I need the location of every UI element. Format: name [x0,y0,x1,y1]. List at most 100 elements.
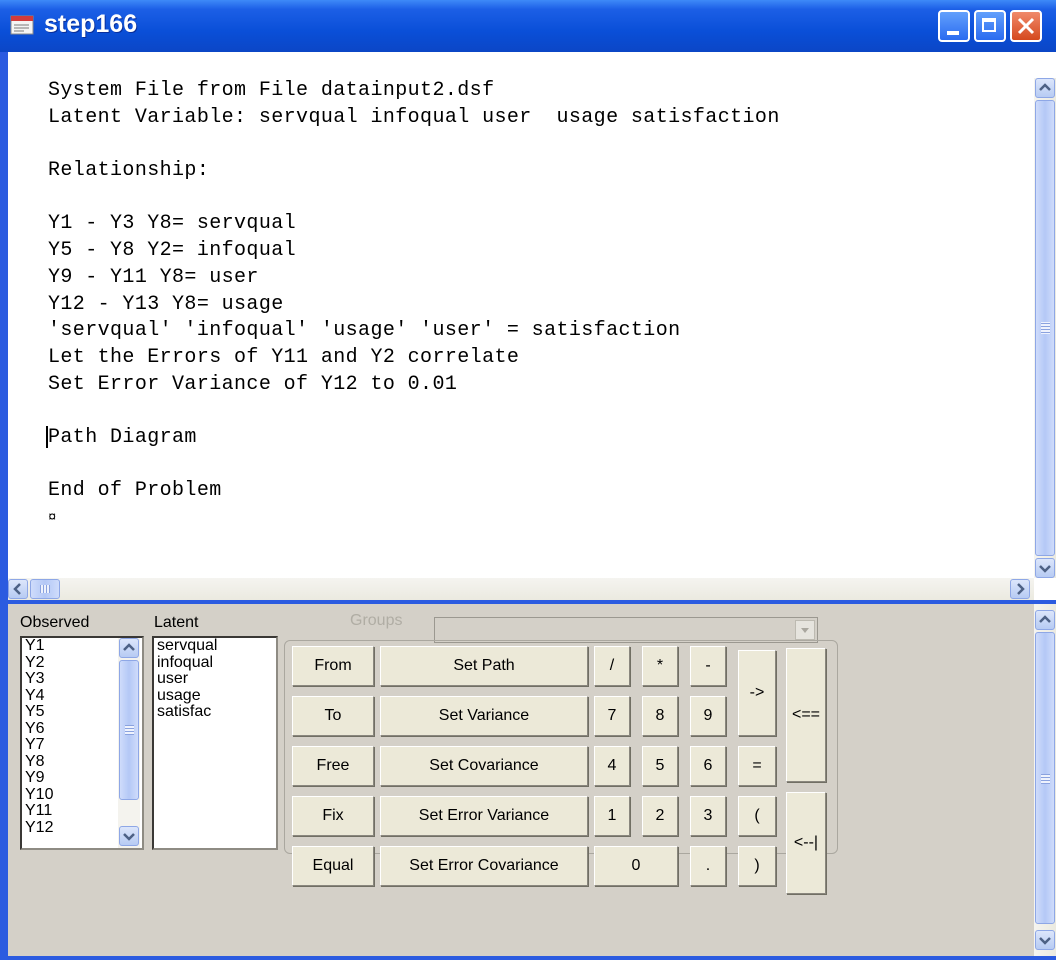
scroll-thumb[interactable] [30,579,60,599]
from-button[interactable]: From [292,646,374,686]
scroll-thumb[interactable] [1035,100,1055,556]
list-item[interactable]: satisfac [154,703,276,721]
observed-variable-list[interactable]: Y1 Y2 Y3 Y4 Y5 Y6 Y7 Y8 Y9 Y10 Y11 Y12 [20,636,144,850]
scroll-up-button[interactable] [1035,78,1055,98]
code-line: Latent Variable: servqual infoqual user … [48,105,780,129]
backspace-button[interactable]: <== [786,648,826,782]
lisrel-syntax-window: step166 System File from File datainput2… [0,0,1056,960]
code-line: Y5 - Y8 Y2= infoqual [48,239,297,263]
code-line: Let the Errors of Y11 and Y2 correlate [48,345,520,369]
close-button[interactable] [1010,10,1042,42]
code-line: Y9 - Y11 Y8= user [48,265,259,289]
set-covariance-button[interactable]: Set Covariance [380,746,588,786]
code-line: Path Diagram [48,425,197,449]
key-2[interactable]: 2 [642,796,678,836]
code-line: Set Error Variance of Y12 to 0.01 [48,372,458,396]
groups-dropdown-button[interactable] [795,620,815,640]
set-error-covariance-button[interactable]: Set Error Covariance [380,846,588,886]
syntax-file-icon [10,15,34,35]
window-title: step166 [44,10,138,38]
maximize-icon [982,18,996,32]
latent-variable-list[interactable]: servqual infoqual user usage satisfac [152,636,278,850]
editor-horizontal-scrollbar[interactable] [8,578,1034,600]
syntax-text[interactable]: System File from File datainput2.dsf Lat… [46,78,780,532]
scroll-down-button[interactable] [119,826,139,846]
minimize-icon [947,31,959,35]
scroll-up-button[interactable] [119,638,139,658]
editor-vertical-scrollbar[interactable] [1034,78,1056,578]
key-9[interactable]: 9 [690,696,726,736]
panel-vertical-scrollbar[interactable] [1034,604,1056,956]
set-path-button[interactable]: Set Path [380,646,588,686]
free-button[interactable]: Free [292,746,374,786]
code-line: Relationship: [48,159,210,183]
chevron-left-icon [13,583,21,595]
scroll-thumb[interactable] [1035,632,1055,924]
fix-button[interactable]: Fix [292,796,374,836]
scroll-left-button[interactable] [8,579,28,599]
chevron-up-icon [1039,615,1051,623]
left-paren-key[interactable]: ( [738,796,776,836]
grip-icon [125,725,134,735]
list-item[interactable]: servqual [154,638,276,655]
key-6[interactable]: 6 [690,746,726,786]
chevron-down-icon [1039,565,1051,573]
key-0[interactable]: 0 [594,846,678,886]
key-8[interactable]: 8 [642,696,678,736]
code-line: Y1 - Y3 Y8= servqual [48,212,297,236]
grip-icon [40,585,50,593]
list-item[interactable]: usage [154,687,276,705]
code-line: System File from File datainput2.dsf [48,79,495,102]
divide-key[interactable]: / [594,646,630,686]
grip-icon [1041,774,1050,784]
enter-button[interactable]: <--| [786,792,826,894]
code-line: ¤ [48,510,57,526]
key-5[interactable]: 5 [642,746,678,786]
scroll-down-button[interactable] [1035,558,1055,578]
chevron-down-icon [1039,937,1051,945]
latent-label: Latent [154,614,199,631]
chevron-up-icon [1039,83,1051,91]
observed-list-scrollbar[interactable] [118,638,140,848]
grip-icon [1041,322,1050,334]
code-line: End of Problem [48,479,222,503]
text-caret [46,426,48,448]
arrow-key[interactable]: -> [738,650,776,736]
minus-key[interactable]: - [690,646,726,686]
key-3[interactable]: 3 [690,796,726,836]
chevron-up-icon [123,643,135,651]
equals-key[interactable]: = [738,746,776,786]
right-paren-key[interactable]: ) [738,846,776,886]
syntax-editor[interactable]: System File from File datainput2.dsf Lat… [8,52,1056,600]
maximize-button[interactable] [974,10,1006,42]
key-1[interactable]: 1 [594,796,630,836]
chevron-down-icon [123,833,135,841]
list-item[interactable]: user [154,670,276,688]
key-7[interactable]: 7 [594,696,630,736]
title-bar[interactable]: step166 [0,0,1056,52]
decimal-key[interactable]: . [690,846,726,886]
scroll-thumb[interactable] [119,660,139,800]
syntax-builder-panel: Observed Latent Groups Y1 Y2 Y3 Y4 Y5 Y6… [8,604,1056,956]
to-button[interactable]: To [292,696,374,736]
multiply-key[interactable]: * [642,646,678,686]
chevron-down-icon [801,628,809,633]
scroll-down-button[interactable] [1035,930,1055,950]
set-error-variance-button[interactable]: Set Error Variance [380,796,588,836]
scroll-right-button[interactable] [1010,579,1030,599]
observed-label: Observed [20,614,90,631]
list-item[interactable]: infoqual [154,654,276,672]
equal-button[interactable]: Equal [292,846,374,886]
code-line: Y12 - Y13 Y8= usage [48,292,284,316]
close-icon [1017,17,1035,35]
code-line: 'servqual' 'infoqual' 'usage' 'user' = s… [48,319,681,343]
key-4[interactable]: 4 [594,746,630,786]
groups-label: Groups [350,612,403,629]
minimize-button[interactable] [938,10,970,42]
scroll-up-button[interactable] [1035,610,1055,630]
set-variance-button[interactable]: Set Variance [380,696,588,736]
